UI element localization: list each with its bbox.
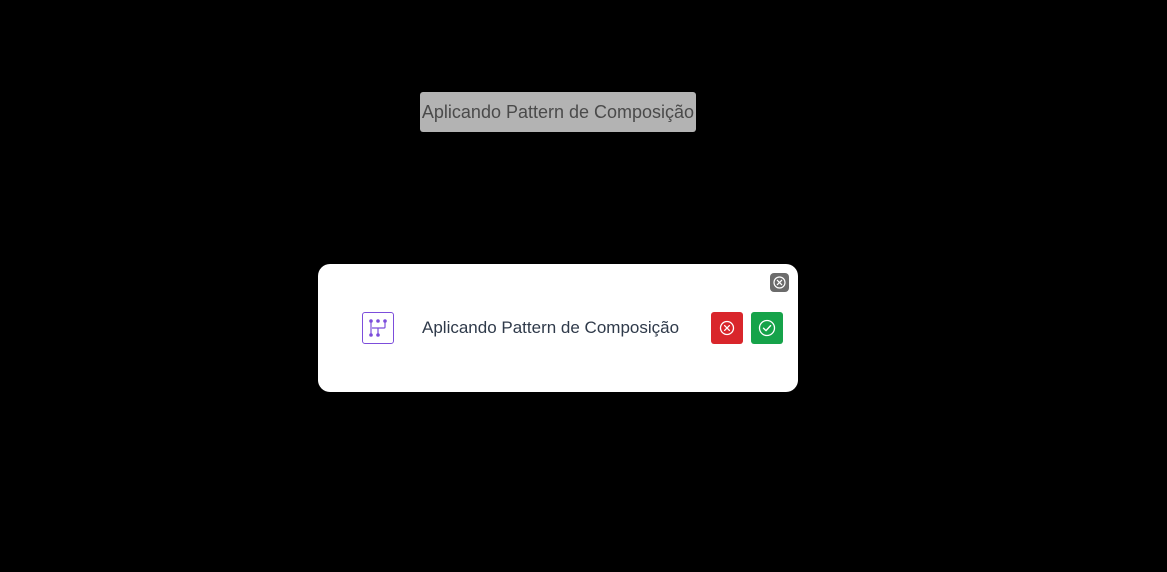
confirmation-dialog: Aplicando Pattern de Composição bbox=[318, 264, 798, 392]
check-circle-icon bbox=[758, 319, 776, 337]
x-circle-icon bbox=[719, 320, 735, 336]
top-label: Aplicando Pattern de Composição bbox=[420, 92, 696, 132]
screen: Aplicando Pattern de Composição Aplicand… bbox=[0, 0, 1167, 572]
dialog-title: Aplicando Pattern de Composição bbox=[422, 318, 680, 337]
close-button[interactable] bbox=[770, 273, 789, 292]
confirm-button[interactable] bbox=[751, 312, 783, 344]
pattern-composition-icon bbox=[362, 312, 394, 344]
cancel-button[interactable] bbox=[711, 312, 743, 344]
close-circle-icon bbox=[773, 276, 786, 289]
